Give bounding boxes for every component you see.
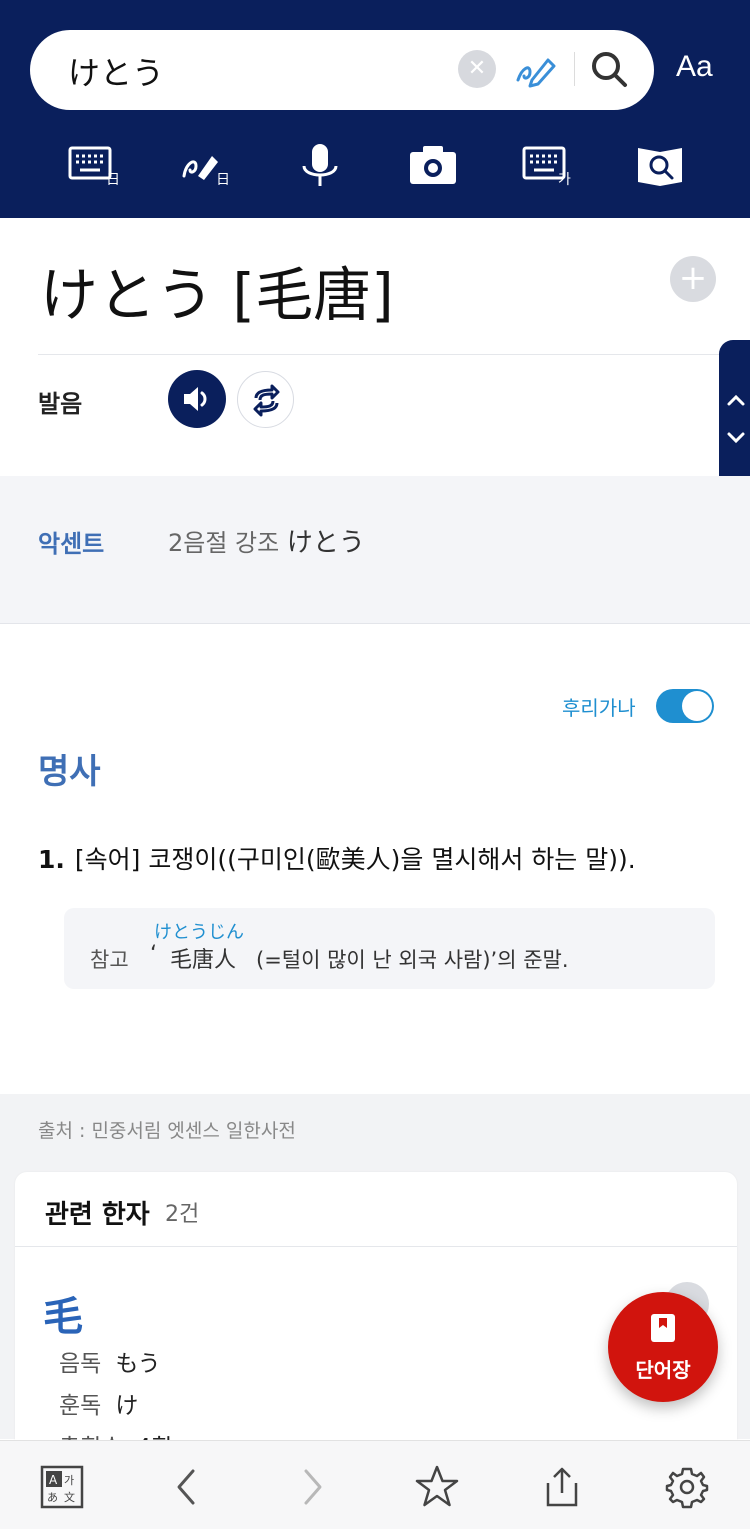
source-credit: 출처 : 민중서림 엣센스 일한사전 <box>38 1120 296 1142</box>
repeat-icon <box>253 384 280 417</box>
add-to-wordbook-button[interactable]: + <box>670 256 716 302</box>
pronunciation-label: 발음 <box>38 390 83 418</box>
kanji-info-row: 음독 もう <box>59 1344 161 1378</box>
bookmark-book-icon <box>651 1314 675 1342</box>
wordbook-label: 단어장 <box>635 1358 691 1382</box>
kanji-info-key: 훈독 <box>59 1393 102 1419</box>
entry-title: けとう [毛唐] <box>40 261 394 329</box>
accent-section: 악센트 2음절 강조 けとう <box>0 476 750 624</box>
play-pronunciation-button[interactable] <box>168 370 226 428</box>
bottom-toolbar: A 가 あ 文 <box>0 1440 750 1529</box>
meaning-number: 1. <box>38 845 65 874</box>
repeat-pronunciation-button[interactable] <box>237 371 294 428</box>
speaker-icon <box>184 387 207 411</box>
handwriting-icon[interactable] <box>512 46 560 94</box>
kanji-link[interactable]: 毛 <box>43 1284 83 1342</box>
reference-box: 참고 ‘ けとうじん 毛唐人 (=털이 많이 난 외국 사람)’의 준말. <box>64 908 715 989</box>
svg-text:가: 가 <box>64 1474 74 1487</box>
chevron-down-icon[interactable] <box>723 424 749 450</box>
kanji-info-value: け <box>115 1393 139 1419</box>
related-kanji-title: 관련 한자 <box>45 1200 150 1230</box>
font-size-button[interactable]: Aa <box>676 50 713 84</box>
reference-label: 참고 <box>90 948 129 972</box>
search-icon[interactable] <box>586 46 632 92</box>
forward-arrow-icon[interactable] <box>288 1463 336 1511</box>
svg-text:日: 日 <box>106 172 120 188</box>
settings-gear-icon[interactable] <box>663 1463 711 1511</box>
svg-text:A: A <box>49 1473 58 1487</box>
handwriting-japanese-icon[interactable]: 日 <box>180 138 236 194</box>
svg-text:あ: あ <box>47 1491 58 1504</box>
meaning-1: 1. [속어] 코쟁이((구미인(歐美人)을 멸시해서 하는 말)). <box>38 840 636 876</box>
search-input[interactable]: けとう <box>68 48 164 94</box>
search-divider <box>574 52 575 86</box>
reference-text: (=털이 많이 난 외국 사람)’의 준말. <box>256 948 569 972</box>
divider <box>38 354 750 355</box>
share-icon[interactable] <box>538 1463 586 1511</box>
reference-word-link[interactable]: 毛唐人 <box>170 942 236 974</box>
header-bar: けとう ✕ Aa 日 日 가 <box>0 0 750 218</box>
kanji-info-value: もう <box>115 1351 161 1377</box>
svg-text:日: 日 <box>216 172 230 188</box>
card-divider <box>15 1246 737 1247</box>
furigana-label: 후리가나 <box>562 696 636 720</box>
chevron-up-icon[interactable] <box>723 388 749 414</box>
input-tools-row: 日 日 가 <box>0 138 750 194</box>
kanji-info-key: 음독 <box>59 1351 102 1377</box>
accent-description: 2음절 강조 けとう <box>168 522 365 559</box>
keyboard-korean-icon[interactable]: 가 <box>520 138 576 194</box>
accent-prefix: 2음절 강조 <box>168 529 280 557</box>
wordbook-fab[interactable]: 단어장 <box>608 1292 718 1402</box>
back-arrow-icon[interactable] <box>163 1463 211 1511</box>
furigana-toggle[interactable] <box>656 689 714 723</box>
search-box[interactable]: けとう ✕ <box>30 30 654 110</box>
microphone-icon[interactable] <box>292 138 348 194</box>
kanji-info-row: 훈독 け <box>59 1386 138 1420</box>
translate-icon[interactable]: A 가 あ 文 <box>38 1463 86 1511</box>
svg-text:가: 가 <box>558 172 571 188</box>
dictionary-search-icon[interactable] <box>632 138 688 194</box>
accent-label: 악센트 <box>38 530 105 558</box>
camera-icon[interactable] <box>405 138 461 194</box>
keyboard-japanese-icon[interactable]: 日 <box>66 138 122 194</box>
related-kanji-count: 2건 <box>165 1202 200 1227</box>
star-icon[interactable] <box>413 1463 461 1511</box>
dictionary-screen: けとう ✕ Aa 日 日 가 けとう [毛唐] + 발음 악센트 2음절 강조 … <box>0 0 750 1529</box>
reference-furigana: けとうじん <box>154 922 244 943</box>
toggle-knob <box>682 691 712 721</box>
meaning-text: [속어] 코쟁이((구미인(歐美人)을 멸시해서 하는 말)). <box>74 845 636 874</box>
accent-word: けとう <box>286 528 365 558</box>
reference-quote: ‘ <box>150 942 157 967</box>
svg-text:文: 文 <box>64 1490 75 1504</box>
clear-search-button[interactable]: ✕ <box>458 50 496 88</box>
part-of-speech: 명사 <box>38 752 101 792</box>
